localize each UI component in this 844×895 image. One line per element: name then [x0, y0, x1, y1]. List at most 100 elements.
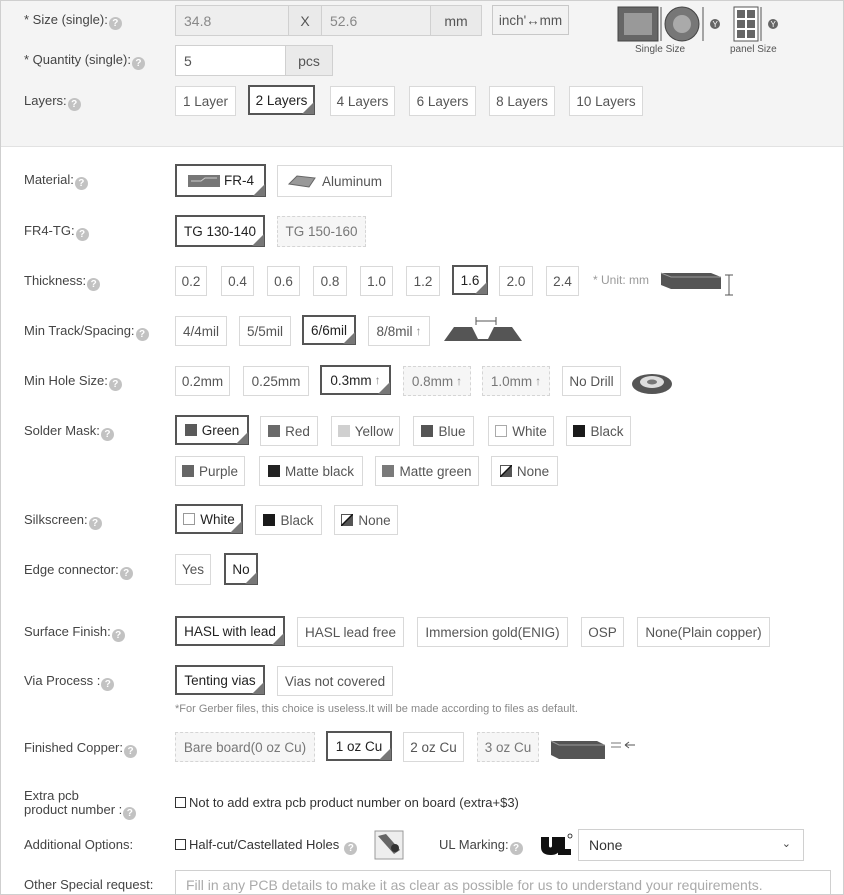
thickness-option[interactable]: 2.0: [499, 266, 533, 296]
copper-thickness-icon: [550, 740, 635, 759]
help-icon[interactable]: ?: [509, 842, 523, 855]
help-icon[interactable]: ?: [119, 567, 133, 580]
help-icon[interactable]: ?: [135, 328, 149, 341]
via-option-not-covered[interactable]: Vias not covered: [277, 666, 393, 696]
via-option-tenting[interactable]: Tenting vias: [175, 665, 265, 695]
tg-option-150-160[interactable]: TG 150-160: [277, 216, 366, 247]
finish-option-none[interactable]: None(Plain copper): [637, 617, 770, 647]
mask-option-purple[interactable]: Purple: [175, 456, 245, 486]
size-height-input[interactable]: 52.6: [321, 5, 431, 36]
track-option-8-8[interactable]: 8/8mil ↑: [368, 316, 430, 346]
finish-option-hasl-lead[interactable]: HASL with lead: [175, 616, 285, 646]
mask-option-yellow[interactable]: Yellow: [331, 416, 400, 446]
silk-option-white[interactable]: White: [175, 504, 243, 534]
layer-option-8[interactable]: 8 Layers: [489, 86, 555, 116]
thickness-option[interactable]: 2.4: [546, 266, 579, 296]
hole-option-0-8[interactable]: 0.8mm ↑: [403, 366, 471, 396]
thickness-option-selected[interactable]: 1.6: [452, 265, 488, 295]
chevron-down-icon: ⌄: [781, 838, 791, 850]
edge-option-no[interactable]: No: [224, 553, 258, 585]
track-spacing-icon: [444, 317, 522, 341]
mask-option-black[interactable]: Black: [566, 416, 631, 446]
mask-option-white[interactable]: White: [488, 416, 554, 446]
help-icon[interactable]: ?: [67, 98, 81, 111]
thickness-option[interactable]: 0.6: [267, 266, 300, 296]
extra-pcb-label: Extra pcb product number :?: [24, 789, 137, 820]
layer-option-1[interactable]: 1 Layer: [175, 86, 236, 116]
material-option-fr4[interactable]: FR-4: [175, 164, 266, 197]
help-icon[interactable]: ?: [108, 17, 122, 30]
mask-option-red[interactable]: Red: [260, 416, 318, 446]
half-cut-checkbox[interactable]: Half-cut/Castellated Holes?: [175, 837, 358, 855]
finish-option-hasl-free[interactable]: HASL lead free: [297, 617, 404, 647]
unit-convert-button[interactable]: inch'↔mm: [492, 5, 569, 35]
mask-option-matte-green[interactable]: Matte green: [375, 456, 479, 486]
quantity-input[interactable]: 5: [175, 45, 286, 76]
hole-option-0-25[interactable]: 0.25mm: [243, 366, 309, 396]
mask-option-matte-black[interactable]: Matte black: [259, 456, 363, 486]
special-request-textarea[interactable]: Fill in any PCB details to make it as cl…: [175, 870, 831, 894]
mask-option-green[interactable]: Green: [175, 415, 249, 445]
svg-text:Y: Y: [771, 20, 777, 29]
help-icon[interactable]: ?: [75, 228, 89, 241]
help-icon[interactable]: ?: [131, 57, 145, 70]
thickness-option[interactable]: 0.4: [221, 266, 254, 296]
hole-option-0-2[interactable]: 0.2mm: [175, 366, 230, 396]
silk-option-black[interactable]: Black: [255, 505, 322, 535]
layer-option-4[interactable]: 4 Layers: [330, 86, 395, 116]
material-option-aluminum[interactable]: Aluminum: [277, 165, 392, 197]
via-process-note: *For Gerber files, this choice is useles…: [175, 703, 578, 715]
copper-option-1oz[interactable]: 1 oz Cu: [326, 731, 392, 761]
quantity-unit: pcs: [285, 45, 333, 76]
track-option-5-5[interactable]: 5/5mil: [239, 316, 291, 346]
tg-option-130-140[interactable]: TG 130-140: [175, 215, 265, 247]
layer-option-2[interactable]: 2 Layers: [248, 85, 315, 115]
help-icon[interactable]: ?: [344, 842, 358, 855]
checkbox-icon[interactable]: [175, 839, 186, 850]
help-icon[interactable]: ?: [123, 807, 137, 820]
thickness-option[interactable]: 1.0: [360, 266, 393, 296]
thickness-board-icon: [660, 272, 733, 296]
layer-option-6[interactable]: 6 Layers: [409, 86, 476, 116]
ul-marking-select[interactable]: None ⌄: [578, 829, 804, 861]
thickness-option[interactable]: 0.8: [313, 266, 347, 296]
extra-pcb-checkbox[interactable]: Not to add extra pcb product number on b…: [175, 795, 519, 810]
help-icon[interactable]: ?: [124, 745, 137, 758]
layer-option-10[interactable]: 10 Layers: [569, 86, 643, 116]
none-swatch-icon: [499, 465, 512, 477]
red-swatch-icon: [268, 425, 281, 437]
track-option-6-6[interactable]: 6/6mil: [302, 315, 356, 345]
thickness-option[interactable]: 1.2: [406, 266, 440, 296]
thickness-option[interactable]: 0.2: [175, 266, 207, 296]
copper-option-2oz[interactable]: 2 oz Cu: [403, 732, 464, 762]
track-option-4-4[interactable]: 4/4mil: [175, 316, 227, 346]
finish-option-enig[interactable]: Immersion gold(ENIG): [417, 617, 568, 647]
size-separator: X: [288, 5, 322, 36]
mask-option-none[interactable]: None: [491, 456, 558, 486]
help-icon[interactable]: ?: [87, 278, 101, 291]
hole-option-1-0[interactable]: 1.0mm ↑: [482, 366, 550, 396]
copper-option-bare[interactable]: Bare board(0 oz Cu): [175, 732, 315, 762]
arrow-up-icon: ↑: [535, 374, 542, 388]
hole-option-0-3[interactable]: 0.3mm ↑: [320, 365, 391, 395]
size-width-input[interactable]: 34.8: [175, 5, 289, 36]
arrow-up-icon: ↑: [374, 373, 381, 387]
help-icon[interactable]: ?: [88, 517, 102, 530]
help-icon[interactable]: ?: [74, 177, 88, 190]
copper-option-3oz[interactable]: 3 oz Cu: [477, 732, 539, 762]
checkbox-icon[interactable]: [175, 797, 186, 808]
help-icon[interactable]: ?: [111, 629, 125, 642]
material-label: Material:?: [24, 172, 88, 190]
help-icon[interactable]: ?: [101, 678, 115, 691]
edge-option-yes[interactable]: Yes: [175, 554, 211, 585]
help-icon[interactable]: ?: [100, 428, 114, 441]
mask-option-blue[interactable]: Blue: [413, 416, 474, 446]
silk-option-none[interactable]: None: [334, 505, 398, 535]
hole-option-no-drill[interactable]: No Drill: [562, 366, 621, 396]
finish-option-osp[interactable]: OSP: [581, 617, 624, 647]
help-icon[interactable]: ?: [108, 378, 122, 391]
aluminum-board-icon: [287, 175, 316, 188]
pcb-quote-form: * Size (single):? 34.8 X 52.6 mm inch'↔m…: [0, 0, 844, 895]
arrow-up-icon: ↑: [415, 324, 422, 338]
thickness-label: Thickness:?: [24, 273, 101, 291]
